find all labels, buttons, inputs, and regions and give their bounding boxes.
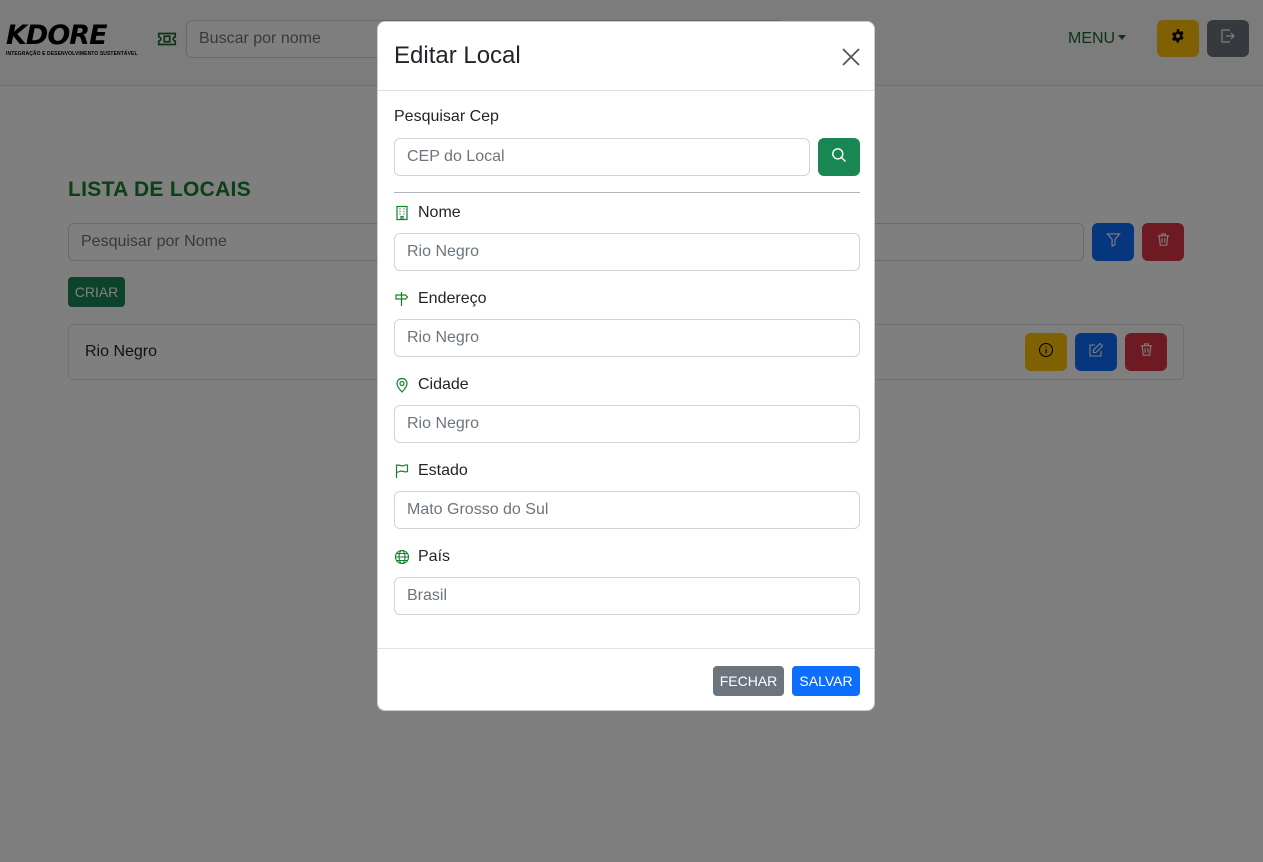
cep-input[interactable] [394,138,810,176]
search-icon [831,147,847,168]
nome-label-text: Nome [418,204,461,221]
cidade-input[interactable] [394,405,860,443]
pais-input[interactable] [394,577,860,615]
cidade-label: Cidade [394,376,469,394]
cep-label: Pesquisar Cep [394,108,499,126]
globe-icon [394,549,410,565]
nome-input[interactable] [394,233,860,271]
cep-search-button[interactable] [818,138,860,176]
close-button[interactable]: FECHAR [713,666,784,696]
cidade-label-text: Cidade [418,376,469,393]
save-button[interactable]: SALVAR [792,666,860,696]
estado-label-text: Estado [418,462,468,479]
modal-footer: FECHAR SALVAR [378,648,874,710]
close-icon[interactable] [841,47,861,67]
endereco-label: Endereço [394,290,487,308]
edit-location-modal: Editar Local Pesquisar Cep Nome Endereço [377,21,875,711]
estado-label: Estado [394,462,468,480]
endereco-label-text: Endereço [418,290,487,307]
flag-icon [394,463,410,479]
estado-input[interactable] [394,491,860,529]
nome-label: Nome [394,204,461,222]
location-pin-icon [394,377,410,393]
divider [394,192,860,193]
modal-title: Editar Local [394,42,521,69]
building-icon [394,205,410,221]
modal-header: Editar Local [378,22,874,91]
endereco-input[interactable] [394,319,860,357]
cep-label-text: Pesquisar Cep [394,108,499,125]
pais-label: País [394,548,450,566]
pais-label-text: País [418,548,451,565]
signpost-icon [394,291,410,307]
